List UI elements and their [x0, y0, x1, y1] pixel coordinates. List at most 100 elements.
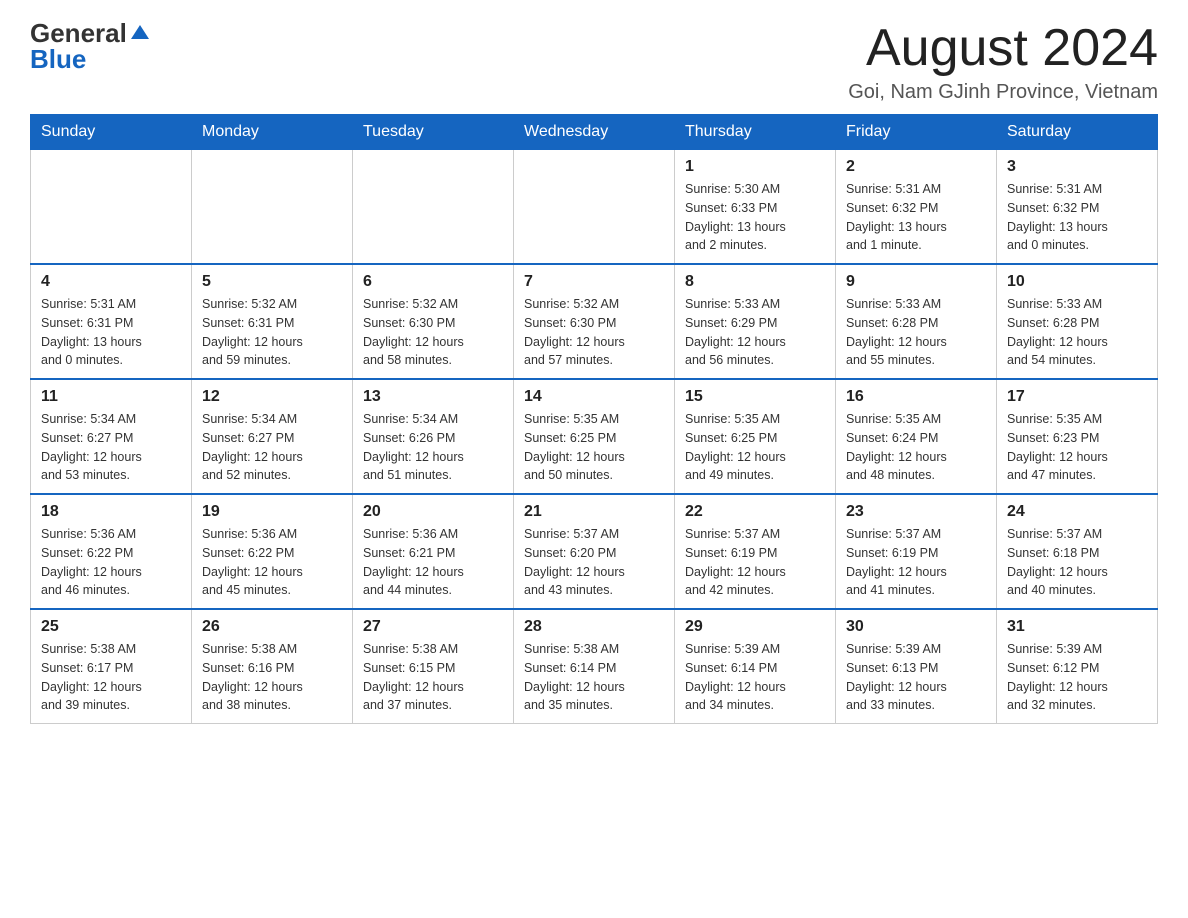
calendar-cell: 18 Sunrise: 5:36 AMSunset: 6:22 PMDayligh… [31, 494, 192, 609]
day-number: 2 [846, 158, 986, 176]
day-info: Sunrise: 5:39 AMSunset: 6:14 PMDaylight:… [685, 640, 825, 715]
calendar-cell: 16 Sunrise: 5:35 AMSunset: 6:24 PMDayligh… [836, 379, 997, 494]
day-number: 31 [1007, 618, 1147, 636]
day-number: 14 [524, 388, 664, 406]
page-header: General Blue August 2024 Goi, Nam GJinh … [30, 20, 1158, 104]
calendar-cell [31, 150, 192, 265]
calendar-cell: 31 Sunrise: 5:39 AMSunset: 6:12 PMDayligh… [997, 609, 1158, 724]
day-info: Sunrise: 5:35 AMSunset: 6:24 PMDaylight:… [846, 410, 986, 485]
calendar-cell: 23Sunrise: 5:37 AMSunset: 6:19 PMDayligh… [836, 494, 997, 609]
day-info: Sunrise: 5:38 AMSunset: 6:17 PMDaylight:… [41, 640, 181, 715]
day-number: 11 [41, 388, 181, 406]
calendar-cell: 12 Sunrise: 5:34 AMSunset: 6:27 PMDayligh… [192, 379, 353, 494]
calendar-cell: 19 Sunrise: 5:36 AMSunset: 6:22 PMDayligh… [192, 494, 353, 609]
day-info: Sunrise: 5:36 AMSunset: 6:22 PMDaylight:… [41, 525, 181, 600]
day-number: 17 [1007, 388, 1147, 406]
day-number: 6 [363, 273, 503, 291]
calendar-cell: 1 Sunrise: 5:30 AMSunset: 6:33 PMDaylight… [675, 150, 836, 265]
header-sunday: Sunday [31, 115, 192, 150]
day-number: 8 [685, 273, 825, 291]
day-info: Sunrise: 5:34 AMSunset: 6:27 PMDaylight:… [41, 410, 181, 485]
calendar-cell: 21 Sunrise: 5:37 AMSunset: 6:20 PMDayligh… [514, 494, 675, 609]
day-number: 21 [524, 503, 664, 521]
day-number: 5 [202, 273, 342, 291]
day-info: Sunrise: 5:36 AMSunset: 6:21 PMDaylight:… [363, 525, 503, 600]
day-info: Sunrise: 5:35 AMSunset: 6:23 PMDaylight:… [1007, 410, 1147, 485]
calendar-cell: 30 Sunrise: 5:39 AMSunset: 6:13 PMDayligh… [836, 609, 997, 724]
day-number: 27 [363, 618, 503, 636]
day-info: Sunrise: 5:37 AMSunset: 6:19 PMDaylight:… [685, 525, 825, 600]
day-info: Sunrise: 5:31 AMSunset: 6:32 PMDaylight:… [846, 180, 986, 255]
day-info: Sunrise: 5:34 AMSunset: 6:26 PMDaylight:… [363, 410, 503, 485]
title-area: August 2024 Goi, Nam GJinh Province, Vie… [848, 20, 1158, 104]
calendar-cell [353, 150, 514, 265]
day-info: Sunrise: 5:32 AMSunset: 6:30 PMDaylight:… [363, 295, 503, 370]
header-wednesday: Wednesday [514, 115, 675, 150]
calendar-week-5: 25Sunrise: 5:38 AMSunset: 6:17 PMDayligh… [31, 609, 1158, 724]
calendar-week-4: 18 Sunrise: 5:36 AMSunset: 6:22 PMDayligh… [31, 494, 1158, 609]
day-number: 29 [685, 618, 825, 636]
day-number: 15 [685, 388, 825, 406]
calendar-cell: 8Sunrise: 5:33 AMSunset: 6:29 PMDaylight… [675, 264, 836, 379]
day-info: Sunrise: 5:37 AMSunset: 6:18 PMDaylight:… [1007, 525, 1147, 600]
day-number: 4 [41, 273, 181, 291]
calendar-cell: 10 Sunrise: 5:33 AMSunset: 6:28 PMDayligh… [997, 264, 1158, 379]
day-number: 10 [1007, 273, 1147, 291]
calendar-cell: 29 Sunrise: 5:39 AMSunset: 6:14 PMDayligh… [675, 609, 836, 724]
calendar-cell: 28Sunrise: 5:38 AMSunset: 6:14 PMDayligh… [514, 609, 675, 724]
day-info: Sunrise: 5:33 AMSunset: 6:28 PMDaylight:… [1007, 295, 1147, 370]
day-info: Sunrise: 5:34 AMSunset: 6:27 PMDaylight:… [202, 410, 342, 485]
day-number: 30 [846, 618, 986, 636]
logo-general-text: General [30, 20, 127, 46]
day-number: 1 [685, 158, 825, 176]
logo: General Blue [30, 20, 149, 72]
day-number: 18 [41, 503, 181, 521]
day-info: Sunrise: 5:30 AMSunset: 6:33 PMDaylight:… [685, 180, 825, 255]
day-info: Sunrise: 5:35 AMSunset: 6:25 PMDaylight:… [685, 410, 825, 485]
day-info: Sunrise: 5:35 AMSunset: 6:25 PMDaylight:… [524, 410, 664, 485]
calendar-cell: 14 Sunrise: 5:35 AMSunset: 6:25 PMDayligh… [514, 379, 675, 494]
header-friday: Friday [836, 115, 997, 150]
calendar-cell: 9 Sunrise: 5:33 AMSunset: 6:28 PMDaylight… [836, 264, 997, 379]
day-number: 3 [1007, 158, 1147, 176]
day-number: 19 [202, 503, 342, 521]
day-info: Sunrise: 5:31 AMSunset: 6:31 PMDaylight:… [41, 295, 181, 370]
header-thursday: Thursday [675, 115, 836, 150]
day-number: 24 [1007, 503, 1147, 521]
day-info: Sunrise: 5:39 AMSunset: 6:12 PMDaylight:… [1007, 640, 1147, 715]
day-number: 12 [202, 388, 342, 406]
day-number: 22 [685, 503, 825, 521]
day-number: 16 [846, 388, 986, 406]
calendar-cell: 25Sunrise: 5:38 AMSunset: 6:17 PMDayligh… [31, 609, 192, 724]
calendar-cell: 27 Sunrise: 5:38 AMSunset: 6:15 PMDayligh… [353, 609, 514, 724]
day-info: Sunrise: 5:31 AMSunset: 6:32 PMDaylight:… [1007, 180, 1147, 255]
header-saturday: Saturday [997, 115, 1158, 150]
calendar-cell: 5Sunrise: 5:32 AMSunset: 6:31 PMDaylight… [192, 264, 353, 379]
calendar-cell [192, 150, 353, 265]
day-info: Sunrise: 5:38 AMSunset: 6:16 PMDaylight:… [202, 640, 342, 715]
day-number: 28 [524, 618, 664, 636]
day-number: 7 [524, 273, 664, 291]
calendar-cell: 6 Sunrise: 5:32 AMSunset: 6:30 PMDaylight… [353, 264, 514, 379]
day-info: Sunrise: 5:33 AMSunset: 6:28 PMDaylight:… [846, 295, 986, 370]
day-number: 13 [363, 388, 503, 406]
calendar-cell: 3 Sunrise: 5:31 AMSunset: 6:32 PMDaylight… [997, 150, 1158, 265]
header-monday: Monday [192, 115, 353, 150]
day-info: Sunrise: 5:37 AMSunset: 6:20 PMDaylight:… [524, 525, 664, 600]
calendar-week-2: 4 Sunrise: 5:31 AMSunset: 6:31 PMDaylight… [31, 264, 1158, 379]
day-info: Sunrise: 5:32 AMSunset: 6:30 PMDaylight:… [524, 295, 664, 370]
calendar-header-row: SundayMondayTuesdayWednesdayThursdayFrid… [31, 115, 1158, 150]
calendar-week-3: 11 Sunrise: 5:34 AMSunset: 6:27 PMDayligh… [31, 379, 1158, 494]
header-tuesday: Tuesday [353, 115, 514, 150]
day-info: Sunrise: 5:39 AMSunset: 6:13 PMDaylight:… [846, 640, 986, 715]
calendar-cell: 7 Sunrise: 5:32 AMSunset: 6:30 PMDaylight… [514, 264, 675, 379]
calendar-cell: 11 Sunrise: 5:34 AMSunset: 6:27 PMDayligh… [31, 379, 192, 494]
calendar-week-1: 1 Sunrise: 5:30 AMSunset: 6:33 PMDaylight… [31, 150, 1158, 265]
calendar-cell: 20Sunrise: 5:36 AMSunset: 6:21 PMDayligh… [353, 494, 514, 609]
calendar-cell [514, 150, 675, 265]
calendar-cell: 22 Sunrise: 5:37 AMSunset: 6:19 PMDayligh… [675, 494, 836, 609]
day-info: Sunrise: 5:36 AMSunset: 6:22 PMDaylight:… [202, 525, 342, 600]
day-info: Sunrise: 5:38 AMSunset: 6:15 PMDaylight:… [363, 640, 503, 715]
day-number: 9 [846, 273, 986, 291]
day-number: 26 [202, 618, 342, 636]
